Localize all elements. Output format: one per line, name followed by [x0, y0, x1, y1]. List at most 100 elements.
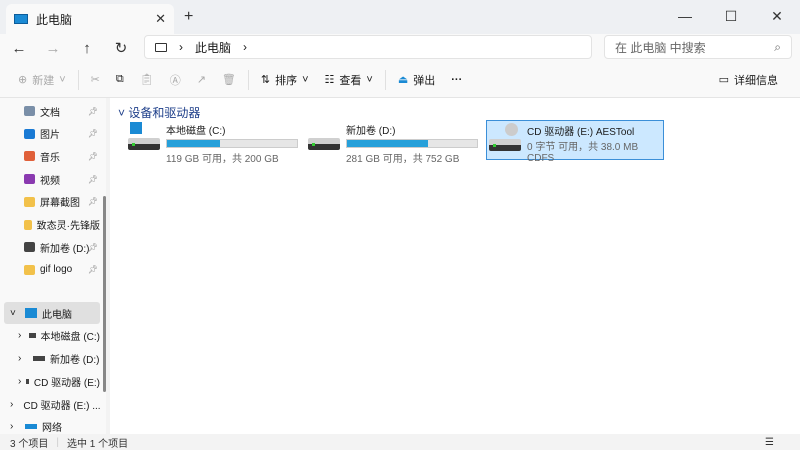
new-tab-button[interactable]: +	[184, 8, 193, 26]
pin-icon[interactable]: 📌︎	[88, 243, 98, 252]
group-title: 设备和驱动器	[128, 106, 201, 120]
pin-icon[interactable]: 📌︎	[88, 197, 98, 206]
sidebar-item-label: 视频	[40, 175, 60, 187]
sidebar-item-label: 文档	[40, 107, 60, 119]
tree-item[interactable]: › CD 驱动器 (E:) ...	[4, 393, 100, 415]
drive-tile[interactable]: 新加卷 (D:) 281 GB 可用，共 752 GB	[306, 120, 484, 165]
sidebar-scrollbar[interactable]	[103, 196, 106, 392]
sidebar-item[interactable]: gif logo 📌︎	[4, 259, 100, 281]
address-bar[interactable]: › 此电脑 ›	[144, 35, 592, 59]
eject-button[interactable]: ⏏ 弹出	[390, 67, 443, 93]
tree-item-label: 此电脑	[42, 309, 72, 321]
chevron-down-icon: ˅	[366, 73, 373, 86]
pin-icon[interactable]: 📌︎	[88, 175, 98, 184]
title-bar: 此电脑 ✕ + — ☐ ✕	[0, 0, 800, 34]
breadcrumb[interactable]: 此电脑	[195, 39, 231, 56]
drive-space: 119 GB 可用，共 200 GB	[166, 154, 279, 165]
folder-icon	[24, 219, 32, 230]
drive-tile[interactable]: 本地磁盘 (C:) 119 GB 可用，共 200 GB	[126, 120, 304, 165]
details-pane-button[interactable]: ▭ 详细信息	[711, 67, 786, 93]
pin-icon[interactable]: 📌︎	[88, 220, 98, 229]
selected-count: 选中 1 个项目	[66, 438, 129, 450]
rename-button[interactable]: Ⓐ	[162, 67, 189, 93]
group-header-devices[interactable]: ˅ 设备和驱动器	[118, 104, 200, 121]
view-button[interactable]: ☷ 查看 ˅	[317, 67, 381, 93]
refresh-button[interactable]: ↻	[108, 37, 134, 59]
tree-item-label: 网络	[42, 422, 62, 434]
breadcrumb-chevron[interactable]: ›	[243, 40, 247, 54]
cd-drive-icon	[489, 123, 521, 155]
maximize-button[interactable]: ☐	[708, 2, 754, 30]
pin-icon[interactable]: 📌︎	[88, 129, 98, 138]
breadcrumb-chevron[interactable]: ›	[179, 40, 183, 54]
view-icon: ☷	[324, 74, 335, 86]
paste-icon: 📋︎	[139, 74, 154, 86]
tab-this-pc[interactable]: 此电脑 ✕	[6, 4, 174, 34]
forward-button[interactable]: →	[40, 37, 66, 59]
sidebar-item[interactable]: 文档 📌︎	[4, 100, 100, 122]
usage-bar	[346, 139, 478, 148]
sidebar-item[interactable]: 图片 📌︎	[4, 123, 100, 145]
list-view-icon[interactable]: ☰	[765, 437, 774, 448]
share-button[interactable]: ↗	[189, 67, 214, 93]
more-options-button[interactable]: ···	[443, 67, 470, 93]
divider: |	[56, 436, 59, 448]
drive-tile[interactable]: CD 驱动器 (E:) AESTool 0 字节 可用，共 38.0 MB CDFS	[486, 120, 664, 164]
close-button[interactable]: ✕	[754, 2, 800, 30]
trash-icon: 🗑︎	[221, 74, 236, 86]
pin-icon[interactable]: 📌︎	[88, 152, 98, 161]
monitor-icon	[155, 42, 167, 52]
sidebar-item-label: 图片	[40, 130, 60, 142]
drive-icon	[28, 332, 36, 338]
divider	[384, 69, 386, 90]
pin-icon[interactable]: 📌︎	[88, 265, 98, 274]
tree-item-label: CD 驱动器 (E:)	[33, 377, 100, 389]
content-area: ˅ 设备和驱动器 本地磁盘 (C:) 119 GB 可用，共 200 GB 新加卷 …	[110, 98, 800, 434]
item-count: 3 个项目	[10, 438, 49, 450]
chevron-down-icon[interactable]: ˅	[10, 308, 20, 319]
tree-item-label: 新加卷 (D:)	[50, 354, 100, 366]
paste-button[interactable]: 📋︎	[132, 67, 162, 93]
tree-item[interactable]: › 新加卷 (D:)	[4, 347, 100, 369]
sidebar-item[interactable]: 新加卷 (D:) 📌︎	[4, 236, 100, 258]
tree-item[interactable]: › CD 驱动器 (E:)	[4, 370, 100, 392]
divider	[247, 69, 249, 90]
network-icon	[25, 423, 37, 429]
delete-button[interactable]: 🗑︎	[214, 67, 244, 93]
chevron-right-icon[interactable]: ›	[18, 330, 24, 341]
sidebar-item[interactable]: 屏幕截图 📌︎	[4, 191, 100, 213]
chevron-right-icon[interactable]: ›	[10, 421, 20, 432]
drive-space: 0 字节 可用，共 38.0 MB	[527, 142, 639, 153]
pictures-icon	[24, 128, 35, 139]
minimize-button[interactable]: —	[662, 2, 708, 30]
hard-drive-icon	[128, 122, 160, 154]
sort-icon: ⇅	[260, 74, 271, 86]
chevron-right-icon[interactable]: ›	[10, 399, 13, 410]
file-system: CDFS	[527, 153, 555, 164]
hard-drive-icon	[308, 122, 340, 154]
new-label: 新建	[32, 74, 55, 87]
tree-item[interactable]: ˅ 此电脑	[4, 302, 100, 324]
sort-button[interactable]: ⇅ 排序 ˅	[253, 67, 317, 93]
sidebar-item[interactable]: 音乐 📌︎	[4, 145, 100, 167]
chevron-right-icon[interactable]: ›	[18, 376, 21, 387]
monitor-icon	[14, 14, 28, 24]
copy-button[interactable]: ⧉	[108, 67, 132, 93]
drive-space: 281 GB 可用，共 752 GB	[346, 154, 460, 165]
new-button[interactable]: ⊕ 新建 ˅	[10, 67, 74, 93]
sidebar-item[interactable]: 视频 📌︎	[4, 168, 100, 190]
tree-item-label: 本地磁盘 (C:)	[40, 331, 100, 343]
search-input[interactable]: 在 此电脑 中搜索 ⌕	[604, 35, 792, 59]
sidebar-item-label: 新加卷 (D:)	[40, 243, 90, 255]
chevron-right-icon[interactable]: ›	[18, 353, 28, 364]
tree-item[interactable]: › 本地磁盘 (C:)	[4, 324, 100, 346]
sidebar-item-label: 屏幕截图	[40, 198, 80, 210]
pin-icon[interactable]: 📌︎	[88, 107, 98, 116]
cut-button[interactable]: ✂	[83, 67, 108, 93]
sidebar-item[interactable]: 致态灵·先锋版 📌︎	[4, 214, 100, 236]
monitor-icon	[25, 308, 37, 318]
back-button[interactable]: ←	[6, 37, 32, 59]
up-button[interactable]: ↑	[74, 37, 100, 59]
close-tab-button[interactable]: ✕	[155, 11, 166, 27]
drive-icon	[26, 378, 29, 384]
